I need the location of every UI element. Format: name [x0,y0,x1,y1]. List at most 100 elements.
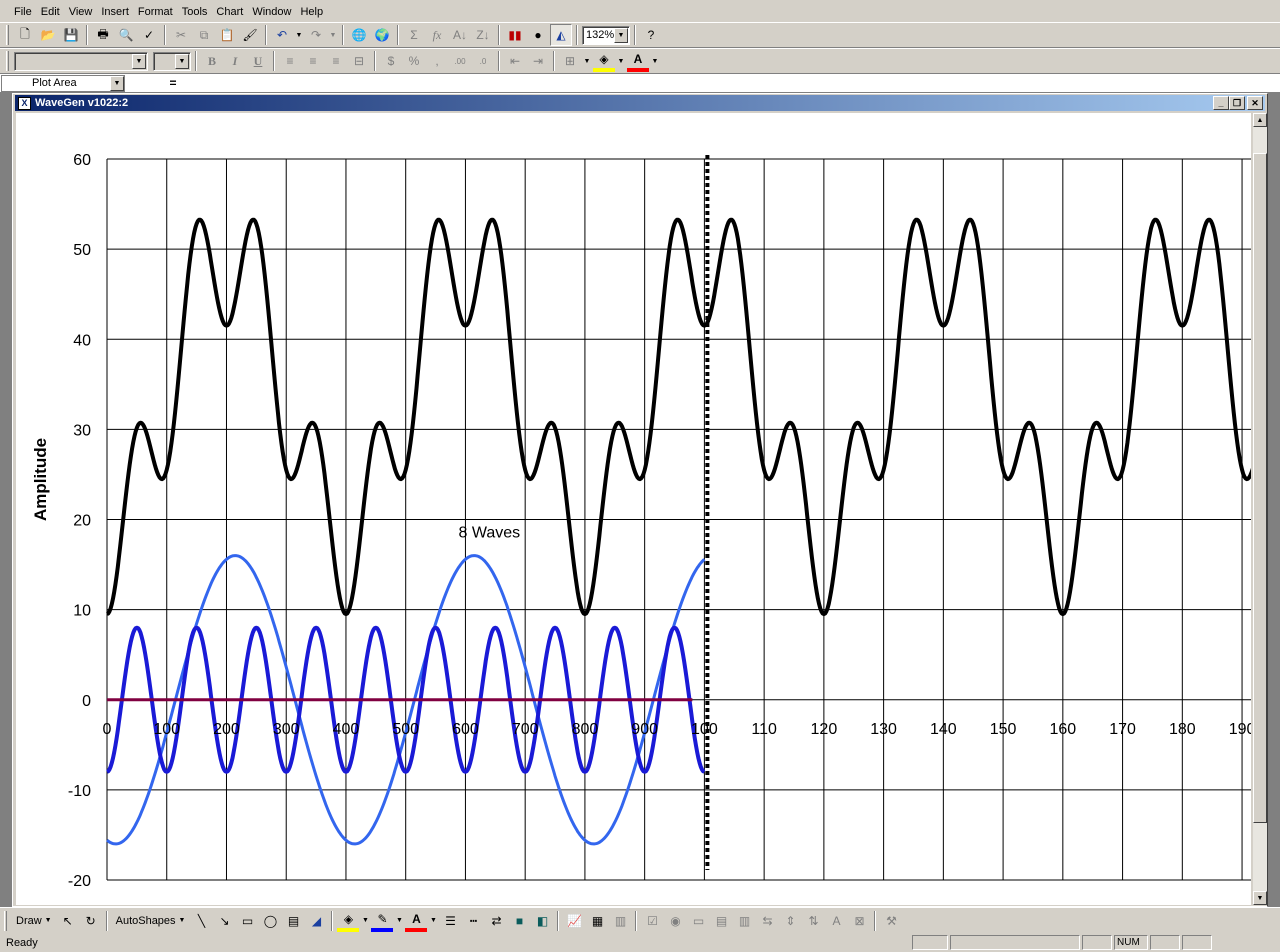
merge-center-icon[interactable]: ⊟ [348,50,370,72]
font-color-icon[interactable]: A [627,50,649,72]
arrow-style-icon[interactable]: ⇄ [485,910,507,932]
toolbar-grip[interactable] [6,51,9,71]
font-color-dropdown-icon[interactable]: ▼ [650,50,660,72]
vertical-scrollbar[interactable]: ▲ ▼ [1253,113,1267,905]
line-style-icon[interactable]: ☰ [439,910,461,932]
menu-chart[interactable]: Chart [212,4,248,20]
zoom-select[interactable]: 132% ▼ [582,25,630,45]
group-box-icon[interactable]: ⊠ [848,910,870,932]
menu-insert[interactable]: Insert [97,4,134,20]
restore-icon[interactable]: ❐ [1229,96,1245,110]
chart-area[interactable]: -20 -10 0 10 20 30 40 50 60 0 100 200 300 400 500 600 70… [16,113,1251,905]
chart-wizard-icon[interactable]: ▮▮ [504,24,526,46]
scroll-thumb[interactable] [1253,153,1267,823]
checkbox-control-icon[interactable]: ☑ [641,910,663,932]
increase-indent-icon[interactable]: ⇥ [527,50,549,72]
line-color-dropdown-icon[interactable]: ▼ [394,910,404,932]
scroll-down-icon[interactable]: ▼ [1253,891,1267,905]
currency-icon[interactable]: $ [380,50,402,72]
fill-color-dropdown-icon[interactable]: ▼ [360,910,370,932]
bold-icon[interactable]: B [201,50,223,72]
decrease-decimal-icon[interactable]: .0 [472,50,494,72]
office-assistant-icon[interactable]: ? [640,24,662,46]
tools-icon[interactable]: ⚒ [880,910,902,932]
underline-icon[interactable]: U [247,50,269,72]
edit-formula-button[interactable]: = [164,76,182,90]
shadow-icon[interactable]: ■ [508,910,530,932]
web-toolbar-icon[interactable]: 🌍 [371,24,393,46]
oval-icon[interactable]: ◯ [259,910,281,932]
open-icon[interactable]: 📂 [37,24,59,46]
fill-color-icon[interactable]: ◈ [593,50,615,72]
spinner-icon[interactable]: ⇅ [802,910,824,932]
menu-tools[interactable]: Tools [178,4,213,20]
spelling-icon[interactable]: ✓ [138,24,160,46]
italic-icon[interactable]: I [224,50,246,72]
draw-menu-button[interactable]: Draw ▼ [12,915,56,927]
list-box-icon[interactable]: ▤ [710,910,732,932]
toolbar-grip[interactable] [6,25,9,45]
autosum-icon[interactable]: Σ [403,24,425,46]
autoshapes-menu-button[interactable]: AutoShapes ▼ [112,915,190,927]
legend-icon[interactable]: ▥ [609,910,631,932]
undo-icon[interactable]: ↶ [271,24,293,46]
close-icon[interactable]: ✕ [1247,96,1263,110]
menu-file[interactable]: File [10,4,37,20]
new-icon[interactable]: 🗋 [14,24,36,46]
dash-style-icon[interactable]: ┅ [462,910,484,932]
menu-window[interactable]: Window [248,4,296,20]
align-right-icon[interactable]: ≡ [325,50,347,72]
select-objects-icon[interactable]: ↖ [57,910,79,932]
3d-icon[interactable]: ◧ [531,910,553,932]
borders-dropdown-icon[interactable]: ▼ [582,50,592,72]
fill-color-dropdown-icon[interactable]: ▼ [616,50,626,72]
insert-hyperlink-icon[interactable]: 🌐 [348,24,370,46]
free-rotate-icon[interactable]: ↻ [80,910,102,932]
format-chart-icon[interactable]: ▦ [586,910,608,932]
save-icon[interactable]: 💾 [60,24,82,46]
minimize-icon[interactable]: _ [1213,96,1229,110]
chevron-down-icon[interactable]: ▼ [175,53,189,69]
option-button-icon[interactable]: ◉ [664,910,686,932]
name-box[interactable]: Plot Area ▼ [1,75,125,92]
chevron-down-icon[interactable]: ▼ [110,76,124,91]
label-control-icon[interactable]: A [825,910,847,932]
window-titlebar[interactable]: X WaveGen v1022:2 _ ❐ ✕ [15,95,1265,111]
percent-icon[interactable]: % [403,50,425,72]
align-left-icon[interactable]: ≡ [279,50,301,72]
chart-type-icon[interactable]: 📈 [563,910,585,932]
print-preview-icon[interactable]: 🔍 [115,24,137,46]
cut-icon[interactable]: ✂ [170,24,192,46]
line-icon[interactable]: ╲ [190,910,212,932]
chevron-down-icon[interactable]: ▼ [132,53,146,69]
redo-icon[interactable]: ↷ [305,24,327,46]
wordart-icon[interactable]: ◢ [305,910,327,932]
copy-icon[interactable]: ⧉ [193,24,215,46]
print-icon[interactable]: 🖶 [92,24,114,46]
excel-icon[interactable]: X [18,96,31,110]
combo-list-icon[interactable]: ⇆ [756,910,778,932]
undo-dropdown-icon[interactable]: ▼ [294,24,304,46]
button-control-icon[interactable]: ▭ [687,910,709,932]
scroll-up-icon[interactable]: ▲ [1253,113,1267,127]
comma-icon[interactable]: , [426,50,448,72]
menu-help[interactable]: Help [296,4,328,20]
font-color-dropdown-icon[interactable]: ▼ [428,910,438,932]
sort-descending-icon[interactable]: Z↓ [472,24,494,46]
map-icon[interactable]: ● [527,24,549,46]
align-center-icon[interactable]: ≡ [302,50,324,72]
paste-icon[interactable]: 📋 [216,24,238,46]
increase-decimal-icon[interactable]: .00 [449,50,471,72]
decrease-indent-icon[interactable]: ⇤ [504,50,526,72]
drawing-icon[interactable]: ◭ [550,24,572,46]
text-box-icon[interactable]: ▤ [282,910,304,932]
menu-edit[interactable]: Edit [37,4,65,20]
combo-box-icon[interactable]: ▥ [733,910,755,932]
fill-color-icon[interactable]: ◈ [337,910,360,932]
toolbar-grip[interactable] [4,910,7,931]
line-color-icon[interactable]: ✎ [371,910,394,932]
format-painter-icon[interactable]: 🖌 [239,24,261,46]
arrow-icon[interactable]: ↘ [213,910,235,932]
menu-view[interactable]: View [65,4,98,20]
scroll-bar-icon[interactable]: ⇕ [779,910,801,932]
